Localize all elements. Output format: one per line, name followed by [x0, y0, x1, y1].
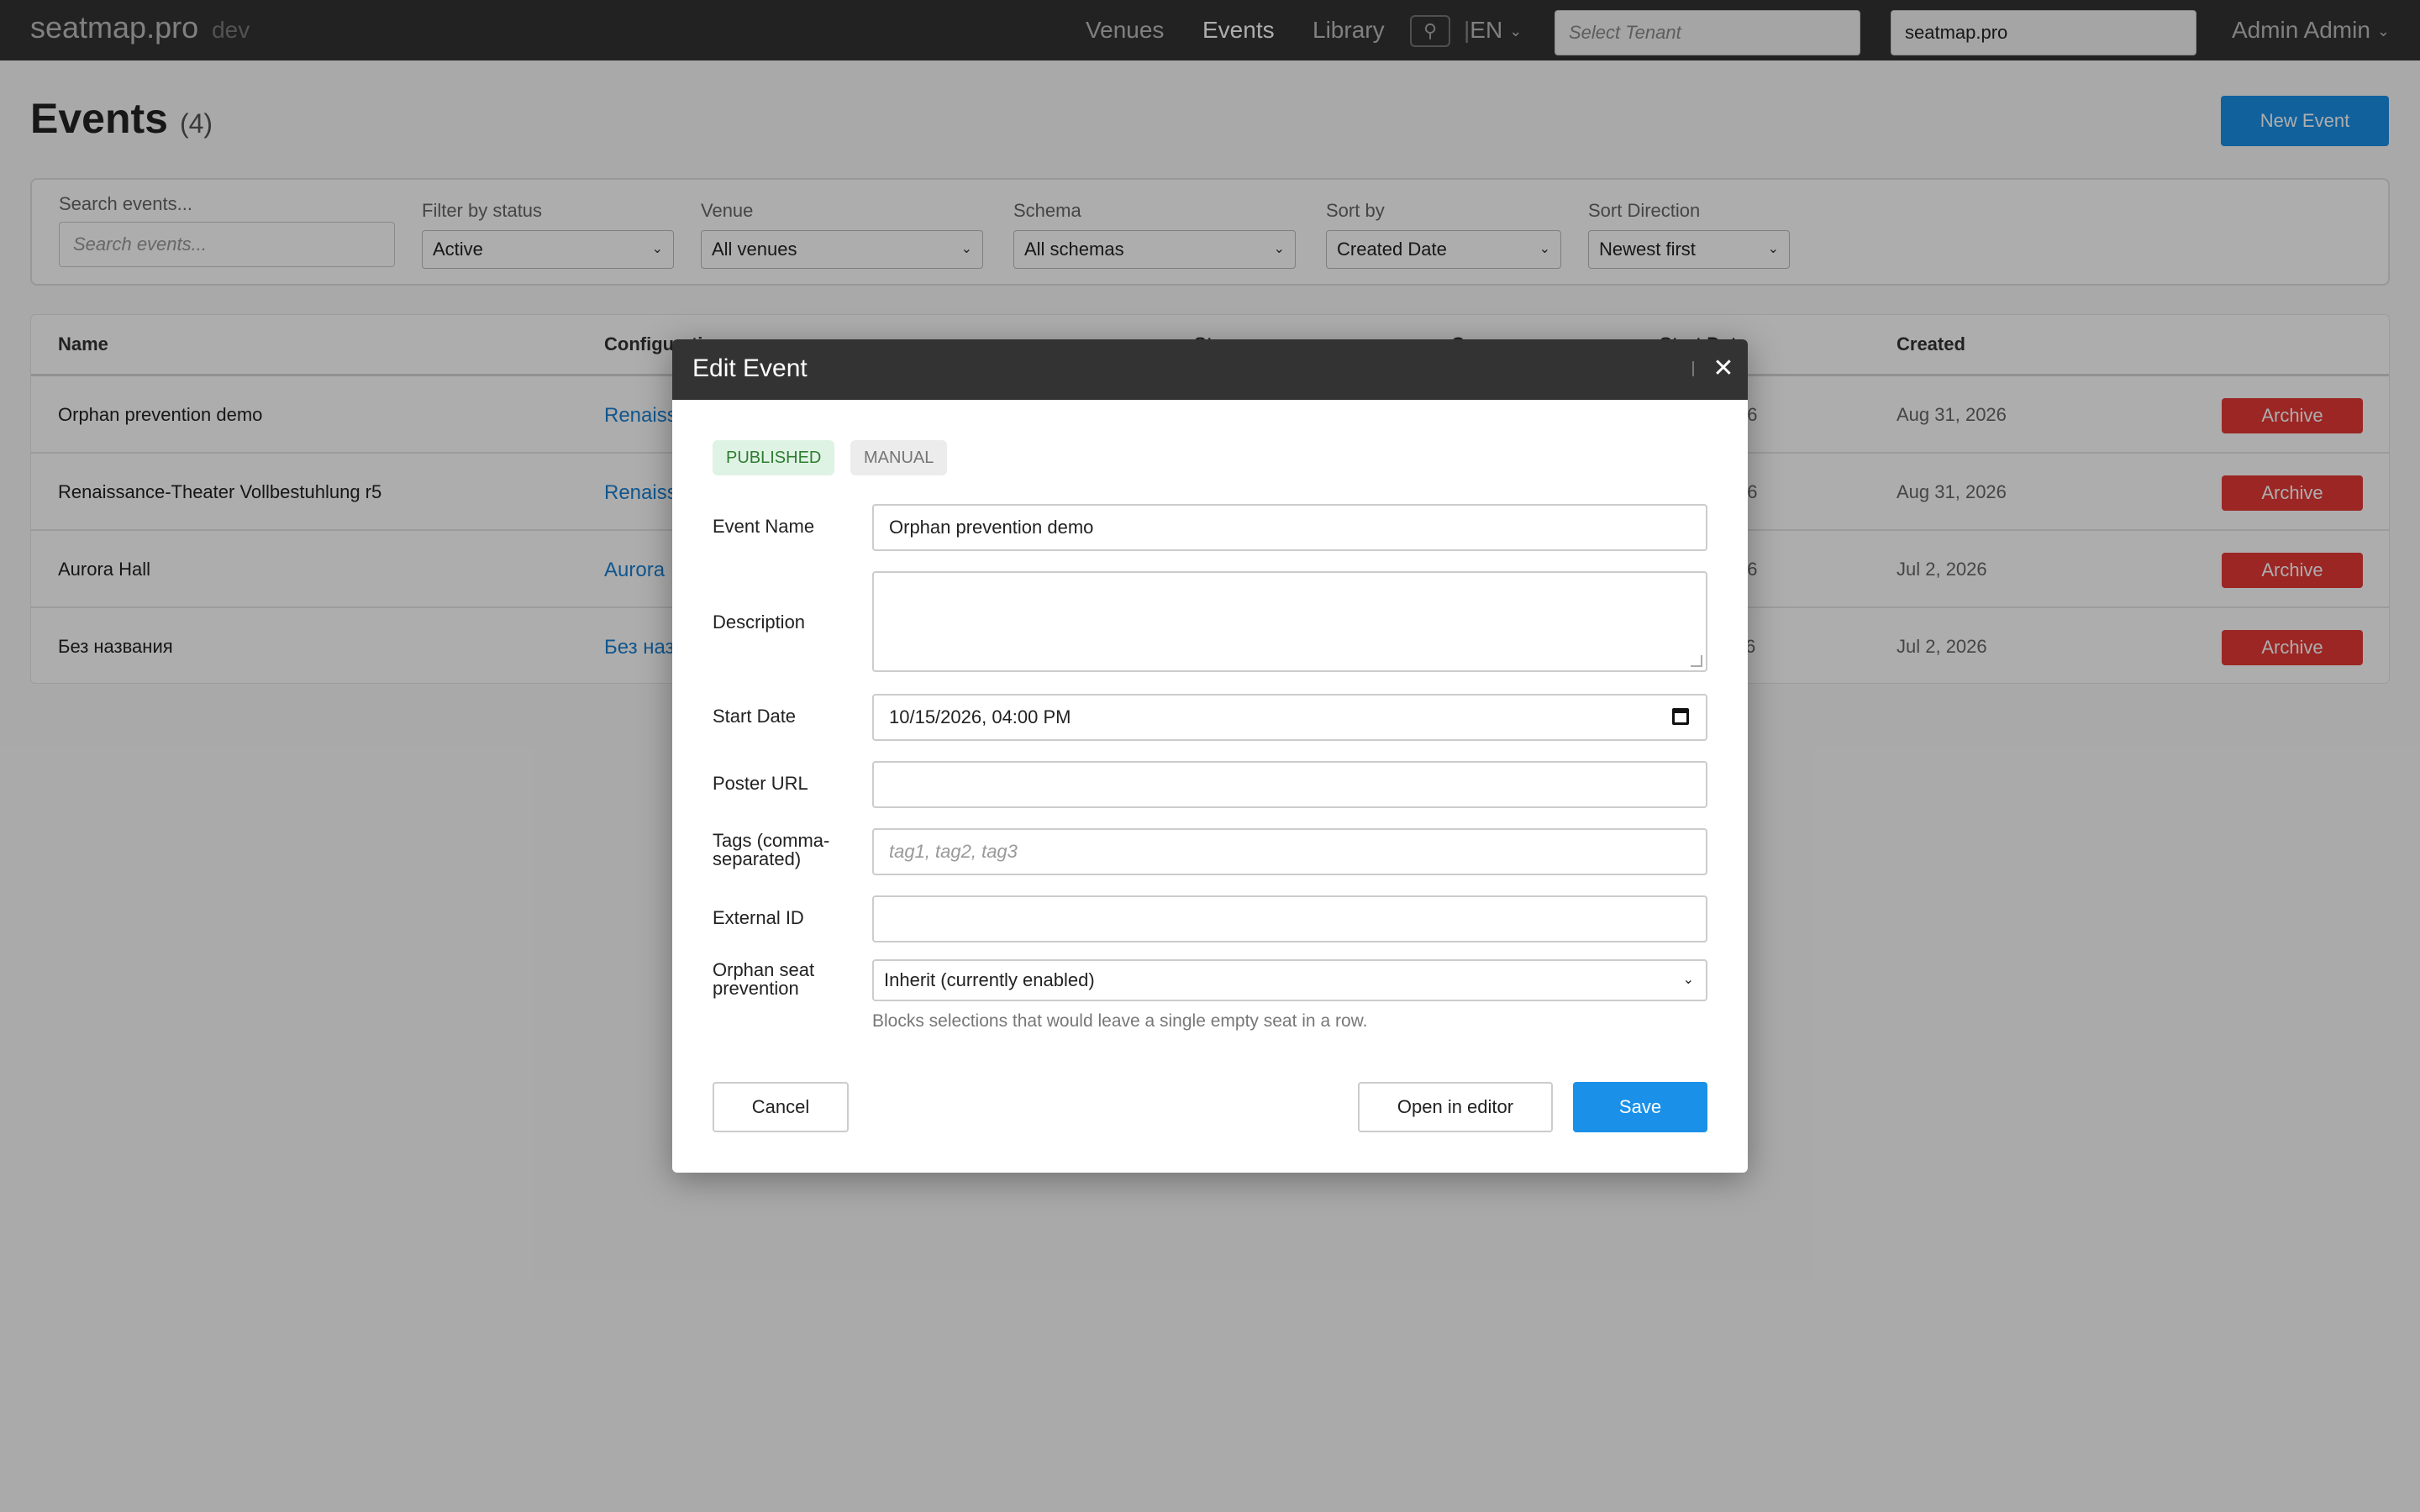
tags-label-line2: separated)	[713, 848, 802, 869]
orphan-seat-value: Inherit (currently enabled)	[884, 969, 1095, 990]
modal-title: Edit Event	[692, 354, 808, 382]
resize-handle-icon[interactable]	[1691, 655, 1702, 667]
chevron-down-icon: ⌄	[1682, 973, 1694, 987]
tags-input[interactable]: tag1, tag2, tag3	[872, 828, 1707, 875]
orphan-label-line2: prevention	[713, 978, 799, 999]
save-button[interactable]: Save	[1573, 1082, 1707, 1132]
orphan-seat-select[interactable]: Inherit (currently enabled) ⌄	[872, 959, 1707, 1001]
event-name-label: Event Name	[713, 516, 815, 537]
calendar-icon[interactable]	[1672, 708, 1689, 725]
poster-url-input[interactable]	[872, 761, 1707, 808]
header-divider	[1692, 361, 1694, 376]
close-icon[interactable]: ✕	[1709, 353, 1738, 385]
tags-label: Tags (comma- separated)	[713, 832, 829, 869]
external-id-input[interactable]	[872, 895, 1707, 942]
orphan-label-line1: Orphan seat	[713, 959, 815, 980]
event-name-input[interactable]: Orphan prevention demo	[872, 504, 1707, 551]
start-date-input[interactable]: 10/15/2026, 04:00 PM	[872, 694, 1707, 741]
tags-label-line1: Tags (comma-	[713, 830, 830, 851]
start-date-label: Start Date	[713, 706, 797, 727]
edit-event-modal: Edit Event ✕ PUBLISHED MANUAL Event Name…	[672, 339, 1748, 1173]
mode-badge: MANUAL	[850, 440, 948, 475]
status-badge: PUBLISHED	[713, 440, 835, 475]
orphan-seat-hint: Blocks selections that would leave a sin…	[872, 1011, 1368, 1031]
orphan-seat-label: Orphan seat prevention	[713, 961, 814, 998]
open-in-editor-button[interactable]: Open in editor	[1358, 1082, 1553, 1132]
cancel-button[interactable]: Cancel	[713, 1082, 849, 1132]
start-date-value: 10/15/2026, 04:00 PM	[889, 706, 1071, 727]
poster-url-label: Poster URL	[713, 773, 808, 794]
description-label: Description	[713, 612, 806, 633]
external-id-label: External ID	[713, 907, 804, 928]
description-textarea[interactable]	[872, 571, 1707, 672]
modal-header: Edit Event ✕	[672, 339, 1748, 400]
